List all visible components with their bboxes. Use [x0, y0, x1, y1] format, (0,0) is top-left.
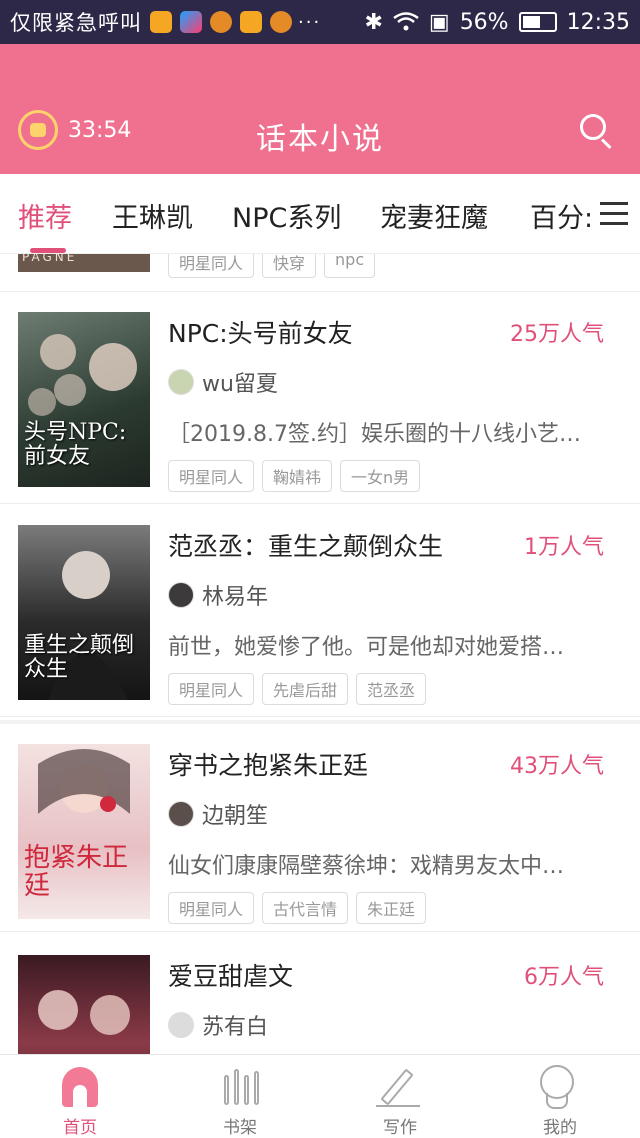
- tag[interactable]: 明星同人: [168, 892, 255, 924]
- popularity-count: 25万人气: [510, 322, 604, 347]
- nav-home[interactable]: 首页: [0, 1055, 160, 1138]
- book-tags: 明星同人 快穿 npc: [168, 254, 376, 278]
- author-name: wu留夏: [202, 372, 278, 397]
- pen-icon: [380, 1068, 414, 1106]
- clock: 12:35: [566, 9, 630, 35]
- weibo-icon-2: [240, 11, 262, 33]
- weibo-icon: [150, 11, 172, 33]
- book-tags: 明星同人 古代言情 朱正廷: [168, 892, 427, 924]
- book-summary: ［2019.8.7签.约］娱乐圈的十八线小艺…: [168, 422, 581, 447]
- book-cover[interactable]: 重生之颠倒众生: [18, 525, 150, 700]
- nav-profile-label: 我的: [543, 1118, 577, 1138]
- tag[interactable]: 明星同人: [168, 254, 255, 278]
- sim-icon: ▣: [428, 9, 450, 35]
- menu-icon[interactable]: [600, 202, 628, 226]
- cover-text: 抱紧朱正廷: [24, 842, 129, 902]
- notification-icons: [150, 11, 292, 33]
- book-title[interactable]: 范丞丞：重生之颠倒众生: [168, 527, 443, 563]
- author[interactable]: 边朝笙: [168, 798, 268, 830]
- tag[interactable]: 明星同人: [168, 673, 255, 705]
- book-title[interactable]: 爱豆甜虐文: [168, 957, 293, 993]
- book-summary: 前世，她爱惨了他。可是他却对她爱搭…: [168, 635, 565, 660]
- tag[interactable]: npc: [324, 254, 376, 278]
- list-item[interactable]: 重生之颠倒众生 范丞丞：重生之颠倒众生 1万人气 林易年 前世，她爱惨了他。可是…: [0, 505, 640, 717]
- avatar: [168, 1012, 194, 1038]
- profile-icon-body: [546, 1093, 568, 1109]
- book-list: PAGNE 明星同人 快穿 npc 头号NPC:前女友 NPC:头号前女友 25…: [0, 254, 640, 1054]
- tab-wang-linkai[interactable]: 王琳凯: [112, 196, 193, 235]
- nav-write[interactable]: 写作: [320, 1055, 480, 1138]
- bottom-navigation: 首页 书架 写作 我的: [0, 1054, 640, 1138]
- nav-home-label: 首页: [63, 1118, 97, 1138]
- popularity-count: 6万人气: [524, 965, 604, 990]
- book-cover[interactable]: 头号NPC:前女友: [18, 312, 150, 487]
- tag[interactable]: 朱正廷: [356, 892, 427, 924]
- bluetooth-icon: ✱: [364, 9, 383, 35]
- category-tabs: 推荐 王琳凯 NPC系列 宠妻狂魔 百分:: [0, 174, 640, 254]
- nav-profile[interactable]: 我的: [480, 1055, 640, 1138]
- list-item[interactable]: 爱豆甜虐文 6万人气 苏有白: [0, 935, 640, 1054]
- tab-recommend[interactable]: 推荐: [18, 196, 72, 235]
- list-item-partial[interactable]: PAGNE 明星同人 快穿 npc: [0, 254, 640, 292]
- tag[interactable]: 范丞丞: [356, 673, 427, 705]
- tab-chong-qi[interactable]: 宠妻狂魔: [380, 196, 488, 235]
- cover-text: 头号NPC:前女友: [24, 419, 127, 469]
- tab-percent[interactable]: 百分:: [530, 196, 593, 235]
- tab-npc-series[interactable]: NPC系列: [232, 196, 341, 235]
- search-icon-handle: [600, 138, 612, 150]
- avatar: [168, 369, 194, 395]
- app-header: 33:54 话本小说: [0, 44, 640, 174]
- nav-bookshelf-label: 书架: [223, 1118, 257, 1138]
- app-title: 话本小说: [256, 122, 384, 157]
- avatar: [168, 582, 194, 608]
- author-name: 林易年: [202, 585, 269, 610]
- nav-write-label: 写作: [383, 1118, 417, 1138]
- search-icon[interactable]: [580, 114, 614, 150]
- book-cover[interactable]: [18, 955, 150, 1054]
- tag[interactable]: 先虐后甜: [262, 673, 349, 705]
- author-name: 苏有白: [202, 1015, 269, 1040]
- book-title[interactable]: NPC:头号前女友: [168, 314, 353, 350]
- pen-icon-base: [376, 1105, 420, 1107]
- book-summary: 仙女们康康隔壁蔡徐坤：戏精男友太中…: [168, 854, 565, 879]
- battery-fill: [522, 16, 540, 28]
- tag[interactable]: 鞠婧祎: [262, 460, 333, 492]
- cover-illustration: [38, 990, 130, 1035]
- status-bar: 仅限紧急呼叫 ··· ✱ ▣ 56% 12:35: [0, 0, 640, 44]
- tag[interactable]: 古代言情: [262, 892, 349, 924]
- battery-percent: 56%: [459, 9, 509, 35]
- tag[interactable]: 一女n男: [340, 460, 421, 492]
- book-tags: 明星同人 鞠婧祎 一女n男: [168, 460, 421, 492]
- search-icon-lens: [580, 114, 606, 140]
- list-item[interactable]: 抱紧朱正廷 穿书之抱紧朱正廷 43万人气 边朝笙 仙女们康康隔壁蔡徐坤：戏精男友…: [0, 720, 640, 932]
- wifi-icon: [393, 12, 419, 31]
- active-tab-indicator: [30, 248, 66, 253]
- popularity-count: 1万人气: [524, 535, 604, 560]
- home-icon: [62, 1067, 98, 1107]
- youku-icon: [180, 11, 202, 33]
- author[interactable]: wu留夏: [168, 366, 278, 398]
- author[interactable]: 苏有白: [168, 1009, 268, 1041]
- tag[interactable]: 明星同人: [168, 460, 255, 492]
- book-tags: 明星同人 先虐后甜 范丞丞: [168, 673, 427, 705]
- tag[interactable]: 快穿: [262, 254, 317, 278]
- squirrel-icon-2: [270, 11, 292, 33]
- author[interactable]: 林易年: [168, 579, 268, 611]
- more-notifications-icon: ···: [298, 11, 322, 33]
- author-name: 边朝笙: [202, 804, 269, 829]
- list-item[interactable]: 头号NPC:前女友 NPC:头号前女友 25万人气 wu留夏 ［2019.8.7…: [0, 292, 640, 504]
- nav-bookshelf[interactable]: 书架: [160, 1055, 320, 1138]
- cover-text: 重生之颠倒众生: [24, 632, 135, 682]
- book-title[interactable]: 穿书之抱紧朱正廷: [168, 746, 368, 782]
- squirrel-icon: [210, 11, 232, 33]
- battery-icon: [518, 12, 557, 32]
- book-cover[interactable]: 抱紧朱正廷: [18, 744, 150, 919]
- bookshelf-icon: [222, 1069, 259, 1105]
- book-cover: PAGNE: [18, 254, 150, 272]
- carrier-text: 仅限紧急呼叫: [10, 11, 142, 35]
- avatar: [168, 801, 194, 827]
- popularity-count: 43万人气: [510, 754, 604, 779]
